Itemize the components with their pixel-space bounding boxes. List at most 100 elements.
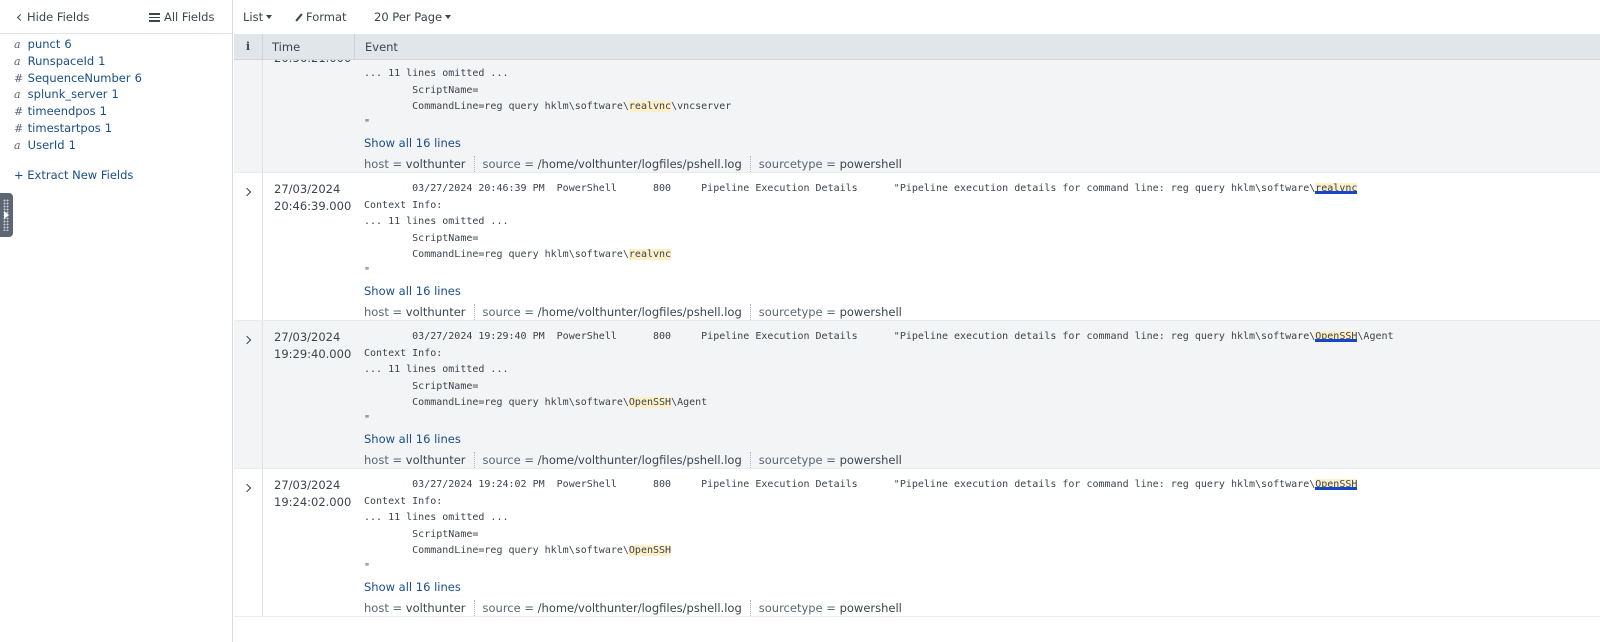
field-item[interactable]: # SequenceNumber 6 xyxy=(14,70,142,87)
event-clock: 19:29:40.000 xyxy=(274,346,352,361)
raw-text: 03/27/2024 19:24:02 PM PowerShell 800 Pi… xyxy=(364,479,1316,490)
show-all-lines-link[interactable]: Show all 16 lines xyxy=(364,283,461,300)
raw-line-context: Context Info: xyxy=(364,347,443,359)
field-count: 1 xyxy=(111,87,119,102)
meta-source-value[interactable]: /home/volthunter/logfiles/pshell.log xyxy=(538,305,742,319)
show-all-lines-link[interactable]: Show all 16 lines xyxy=(364,431,461,448)
meta-sourcetype-label: sourcetype = xyxy=(758,600,840,615)
sidebar-header: Hide Fields All Fields xyxy=(0,0,232,34)
meta-source-value[interactable]: /home/volthunter/logfiles/pshell.log xyxy=(538,157,742,171)
events-list[interactable]: 27/03/2024 20:56:21.000 03/27/2024 20:56:… xyxy=(234,60,1600,642)
field-item[interactable]: a splunk_server 1 xyxy=(14,86,142,103)
event-metadata: host = volthunter source = /home/volthunt… xyxy=(364,155,1600,172)
event-date: 27/03/2024 xyxy=(274,478,341,492)
event-clock: 19:24:02.000 xyxy=(274,494,352,509)
show-all-lines-link[interactable]: Show all 16 lines xyxy=(364,135,461,152)
pencil-icon xyxy=(295,13,303,22)
raw-line-commandline: CommandLine=reg query hklm\software\Open… xyxy=(364,543,1600,560)
list-label: List xyxy=(243,10,264,24)
raw-text: CommandLine=reg query hklm\software\ xyxy=(364,397,629,408)
meta-sourcetype-value[interactable]: powershell xyxy=(840,601,902,615)
raw-line-quote: " xyxy=(364,265,371,277)
meta-sourcetype-value[interactable]: powershell xyxy=(840,453,902,467)
meta-sourcetype: sourcetype = powershell xyxy=(759,304,910,321)
hide-fields-label: Hide Fields xyxy=(27,10,90,24)
event-row: 27/03/2024 20:46:39.000 03/27/2024 20:46:… xyxy=(234,173,1600,321)
event-row: 27/03/202420:56:21.000 03/27/2024 20:56:… xyxy=(234,60,1600,173)
field-name[interactable]: punct xyxy=(28,37,61,51)
column-divider xyxy=(262,321,263,468)
meta-host-label: host = xyxy=(364,452,406,467)
expand-chevron-icon[interactable] xyxy=(242,335,254,347)
field-type-icon: # xyxy=(14,121,24,135)
raw-line-omitted: ... 11 lines omitted ... xyxy=(364,364,509,375)
meta-source-label: source = xyxy=(482,304,538,319)
meta-host-value[interactable]: volthunter xyxy=(406,601,466,615)
raw-line-omitted: ... 11 lines omitted ... xyxy=(364,68,509,79)
meta-host-value[interactable]: volthunter xyxy=(406,305,466,319)
meta-source-value[interactable]: /home/volthunter/logfiles/pshell.log xyxy=(538,601,742,615)
raw-line-omitted: ... 11 lines omitted ... xyxy=(364,512,509,523)
raw-line-scriptname: ScriptName= xyxy=(364,84,479,96)
meta-sourcetype: sourcetype = powershell xyxy=(759,600,910,617)
field-name[interactable]: UserId xyxy=(28,138,65,152)
expand-chevron-icon[interactable] xyxy=(242,483,254,495)
field-item[interactable]: a punct 6 xyxy=(14,36,142,53)
search-highlight: OpenSSH xyxy=(628,545,672,556)
field-type-icon: a xyxy=(14,38,21,51)
time-column-header[interactable]: Time xyxy=(262,34,354,60)
raw-line-scriptname: ScriptName= xyxy=(364,528,479,540)
field-item[interactable]: a RunspaceId 1 xyxy=(14,53,142,70)
meta-source: source = /home/volthunter/logfiles/pshel… xyxy=(482,303,751,320)
field-name[interactable]: splunk_server xyxy=(28,87,108,101)
field-name[interactable]: timestartpos xyxy=(28,121,101,135)
field-list: a punct 6 a RunspaceId 1 # SequenceNumber 6 a … xyxy=(14,36,142,154)
event-body: 03/27/2024 20:56:21 PM PowerShell 800 Pi… xyxy=(364,60,1600,172)
raw-event-text: 03/27/2024 20:56:21 PM PowerShell 800 Pi… xyxy=(364,60,1600,132)
field-name[interactable]: timeendpos xyxy=(28,104,96,118)
search-highlight[interactable]: OpenSSH xyxy=(1315,331,1358,342)
event-metadata: host = volthunter source = /home/volthunt… xyxy=(364,303,1600,321)
raw-text: CommandLine=reg query hklm\software\ xyxy=(364,101,629,112)
event-clock: 20:56:21.000 xyxy=(274,60,351,66)
field-item[interactable]: # timestartpos 1 xyxy=(14,120,142,137)
field-count: 1 xyxy=(68,137,76,152)
event-column-header[interactable]: Event xyxy=(354,34,1600,60)
raw-line-header: 03/27/2024 19:24:02 PM PowerShell 800 Pi… xyxy=(364,477,1600,494)
search-highlight[interactable]: realvnc xyxy=(1315,183,1358,194)
list-view-dropdown[interactable]: List xyxy=(243,10,273,24)
field-name[interactable]: RunspaceId xyxy=(28,54,94,68)
hide-fields-button[interactable]: Hide Fields xyxy=(16,10,90,24)
field-item[interactable]: a UserId 1 xyxy=(14,137,142,154)
per-page-dropdown[interactable]: 20 Per Page xyxy=(374,10,452,24)
raw-text: \Agent xyxy=(1357,331,1394,342)
search-highlight[interactable]: OpenSSH xyxy=(1315,479,1358,490)
column-divider xyxy=(262,173,263,320)
extract-new-fields-link[interactable]: + Extract New Fields xyxy=(14,168,133,182)
list-icon xyxy=(149,13,160,22)
field-item[interactable]: # timeendpos 1 xyxy=(14,103,142,120)
info-column-header[interactable]: i xyxy=(234,34,262,60)
field-type-icon: # xyxy=(14,71,24,85)
expand-chevron-icon[interactable] xyxy=(242,187,254,199)
show-all-lines-link[interactable]: Show all 16 lines xyxy=(364,579,461,596)
caret-down-icon xyxy=(445,15,452,19)
sidebar-collapse-handle[interactable] xyxy=(0,193,13,237)
format-button[interactable]: Format xyxy=(295,10,347,24)
events-table-header: i Time Event xyxy=(234,34,1600,60)
column-divider xyxy=(262,469,263,616)
field-name[interactable]: SequenceNumber xyxy=(28,71,131,85)
all-fields-button[interactable]: All Fields xyxy=(149,10,214,24)
raw-line-quote: " xyxy=(364,117,371,129)
search-highlight: realvnc xyxy=(628,249,672,260)
meta-sourcetype-value[interactable]: powershell xyxy=(840,157,902,171)
meta-source-value[interactable]: /home/volthunter/logfiles/pshell.log xyxy=(538,453,742,467)
meta-host-value[interactable]: volthunter xyxy=(406,157,466,171)
event-body: 03/27/2024 19:29:40 PM PowerShell 800 Pi… xyxy=(364,329,1600,468)
raw-line-commandline: CommandLine=reg query hklm\software\real… xyxy=(364,99,1600,116)
meta-host-value[interactable]: volthunter xyxy=(406,453,466,467)
format-label: Format xyxy=(306,10,347,24)
event-clock: 20:46:39.000 xyxy=(274,198,352,213)
meta-sourcetype-value[interactable]: powershell xyxy=(840,305,902,319)
play-arrow-icon xyxy=(4,211,9,219)
